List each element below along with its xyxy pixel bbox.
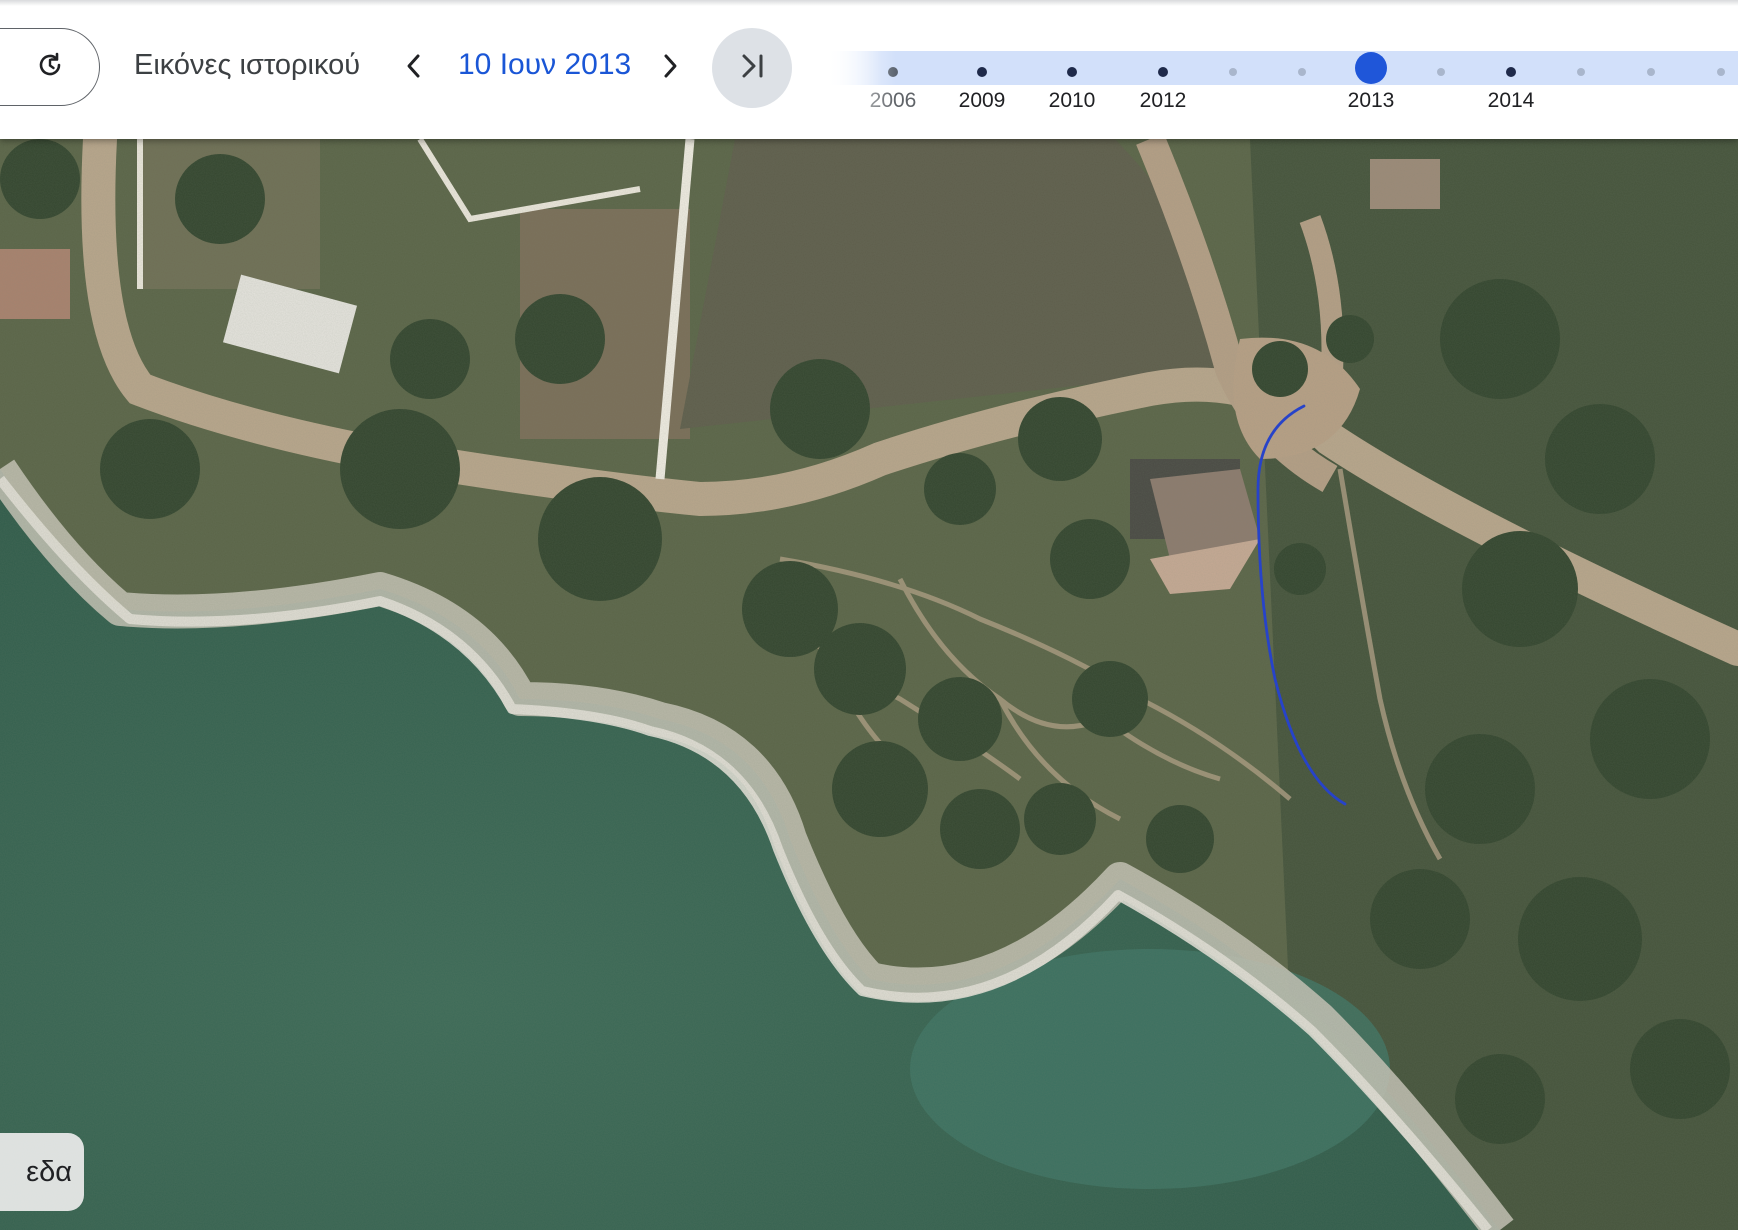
timeline-selected-marker[interactable] — [1355, 52, 1387, 84]
latest-imagery-button[interactable] — [712, 28, 792, 108]
chevron-right-icon — [660, 52, 680, 85]
timeline-year-label[interactable]: 2009 — [959, 89, 1006, 113]
imagery-texture — [0, 139, 1738, 1230]
timeline-minor-dot[interactable] — [1577, 68, 1585, 76]
timeline-year-dot[interactable] — [1067, 67, 1077, 77]
timeline-minor-dot[interactable] — [1717, 68, 1725, 76]
timeline-year-label[interactable]: 2013 — [1348, 89, 1395, 113]
chevron-left-icon — [404, 52, 424, 85]
previous-date-button[interactable] — [396, 48, 432, 88]
imagery-toolbar: Εικόνες ιστορικού 10 Ιουν 2013 200620092… — [0, 0, 1738, 139]
timeline-minor-dot[interactable] — [1647, 68, 1655, 76]
timeline-minor-dot[interactable] — [1229, 68, 1237, 76]
timeline-year-label[interactable]: 2012 — [1140, 89, 1187, 113]
timeline-track[interactable] — [826, 51, 1738, 85]
history-clock-icon — [35, 50, 65, 85]
timeline-year-dot[interactable] — [1506, 67, 1516, 77]
next-date-button[interactable] — [652, 48, 688, 88]
timeline-fade — [826, 40, 896, 120]
layers-label: εδα — [26, 1155, 72, 1188]
timeline-minor-dot[interactable] — [1298, 68, 1306, 76]
historical-imagery-title: Εικόνες ιστορικού — [134, 49, 361, 81]
timeline-year-dot[interactable] — [977, 67, 987, 77]
timeline-year-label[interactable]: 2010 — [1049, 89, 1096, 113]
timeline-minor-dot[interactable] — [1437, 68, 1445, 76]
skip-to-latest-icon — [736, 50, 768, 87]
timeline-year-dot[interactable] — [1158, 67, 1168, 77]
selected-date-link[interactable]: 10 Ιουν 2013 — [458, 48, 631, 82]
satellite-map[interactable] — [0, 139, 1738, 1230]
layers-button[interactable]: εδα — [0, 1133, 84, 1211]
timeline-year-label[interactable]: 2014 — [1488, 89, 1535, 113]
top-shade — [0, 0, 1738, 6]
history-button[interactable] — [0, 28, 100, 106]
